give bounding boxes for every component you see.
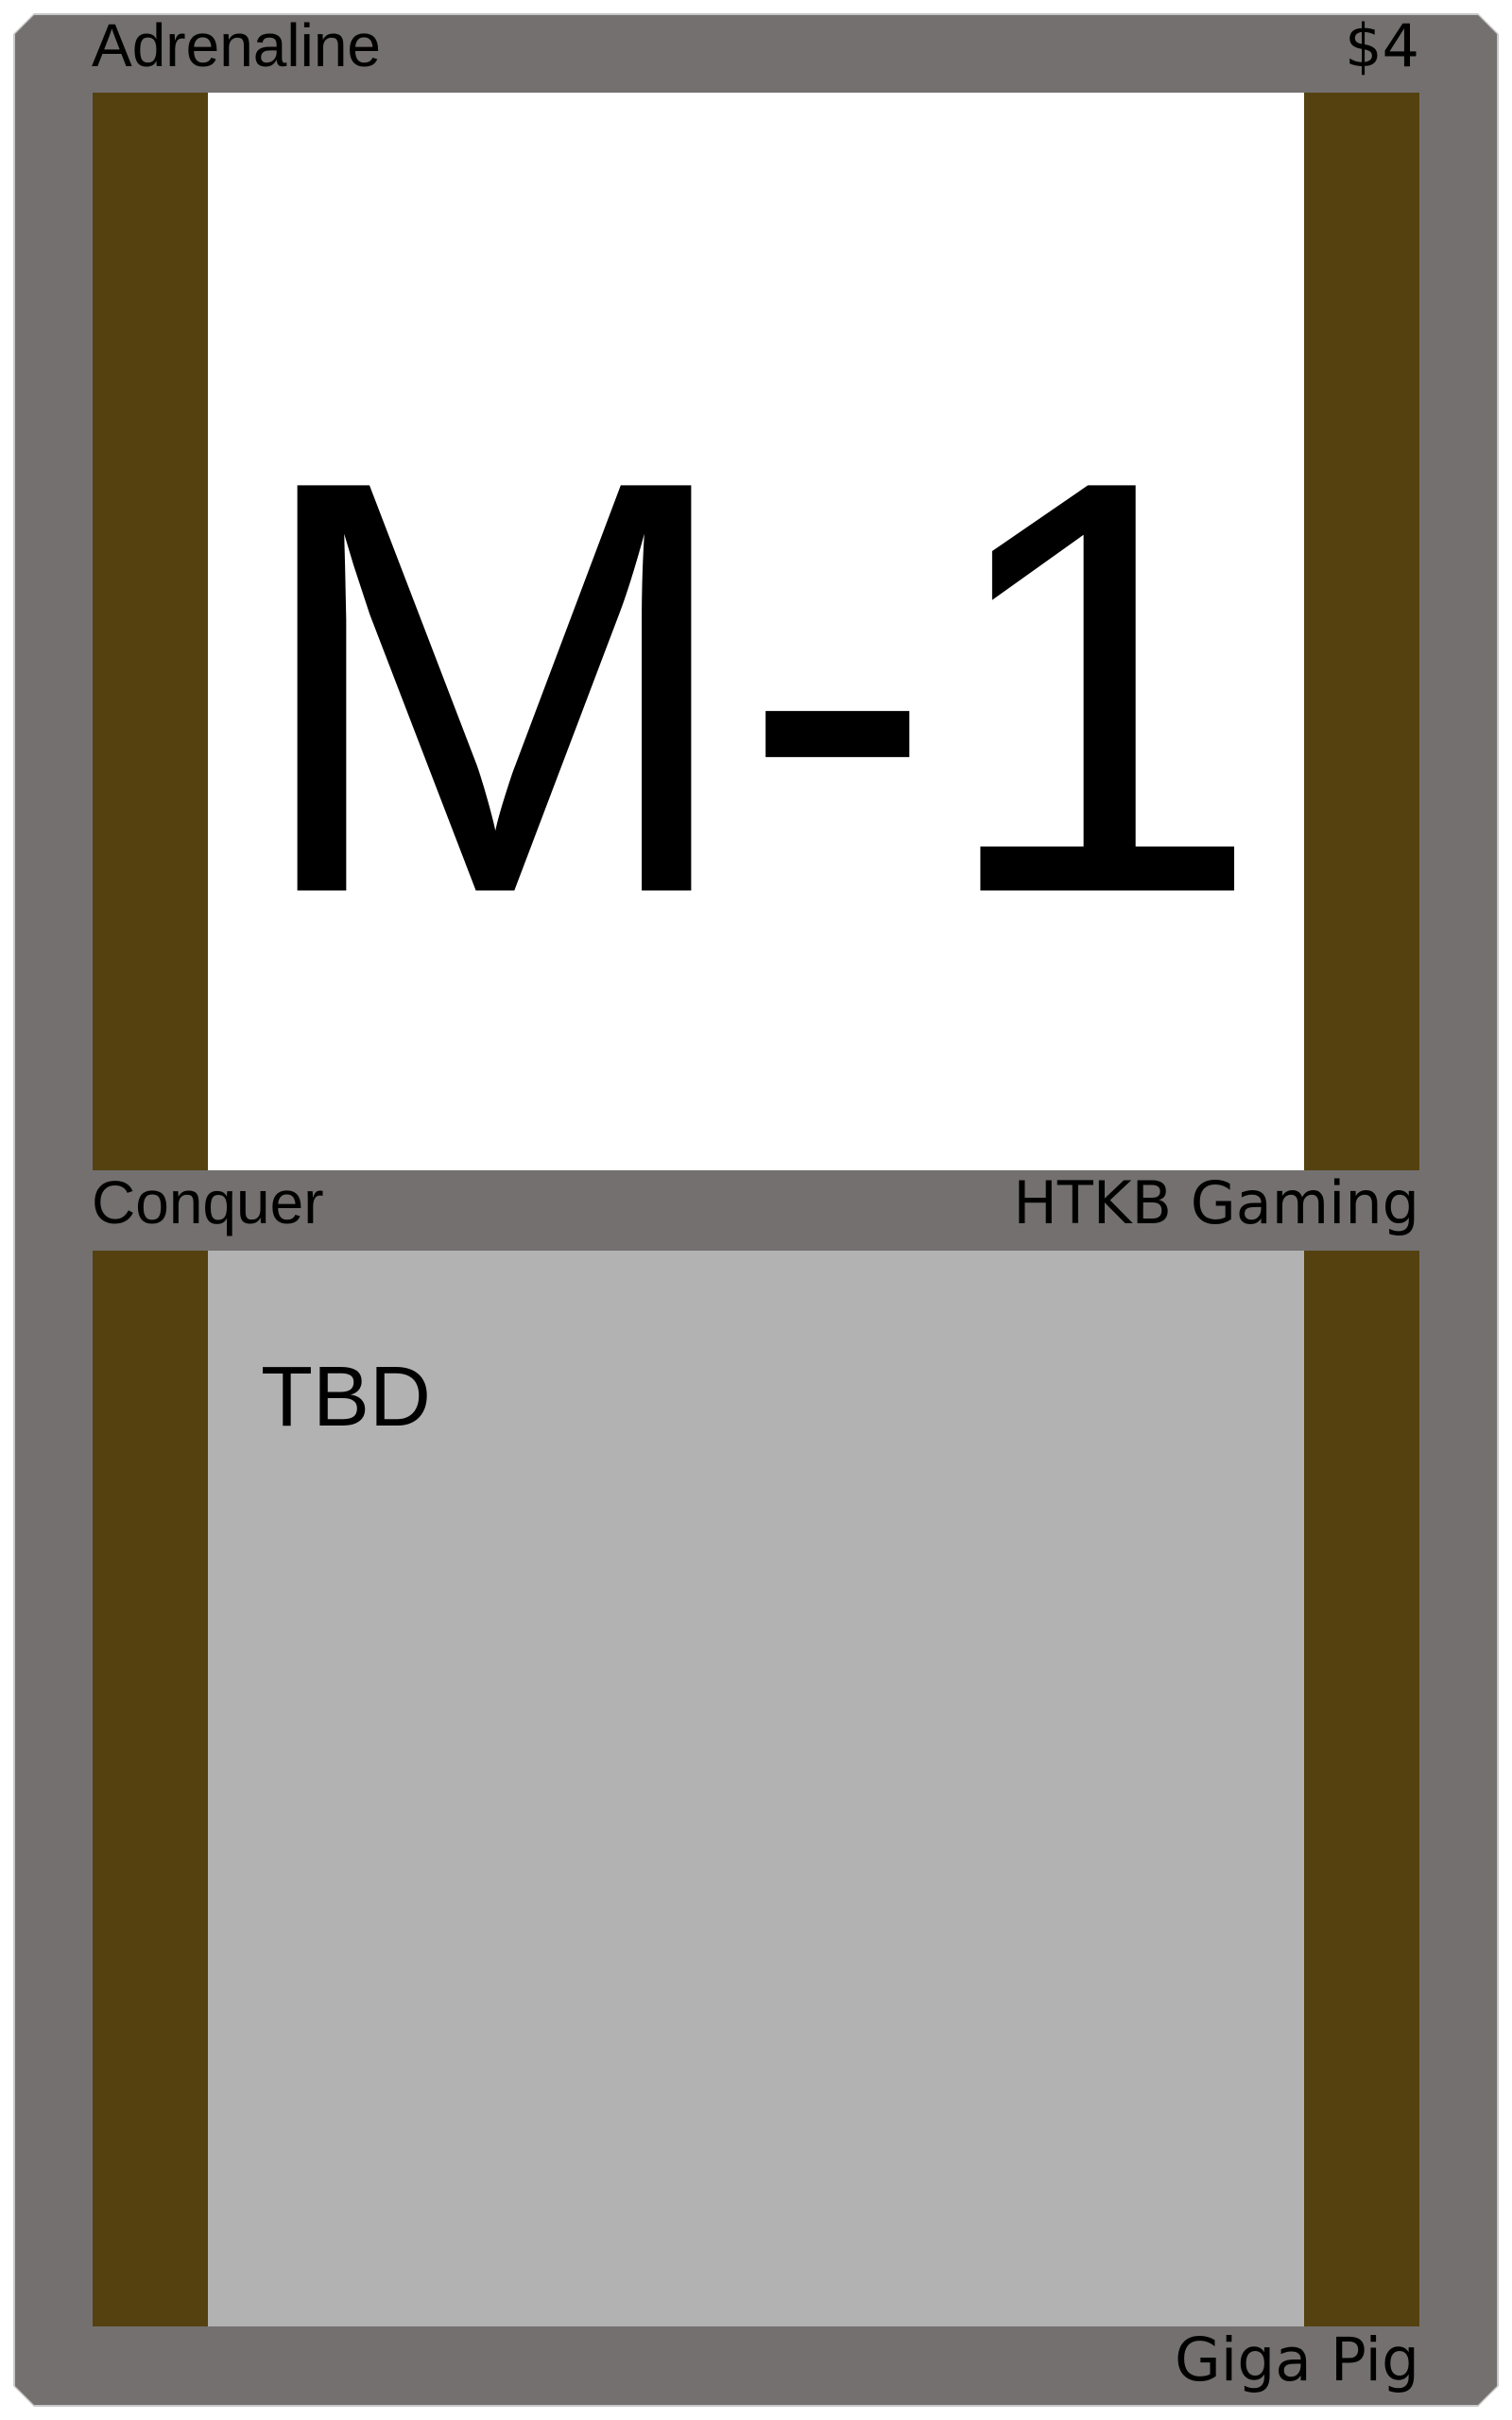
publisher: HTKB Gaming <box>1013 1168 1419 1237</box>
art-panel: M-1 <box>208 93 1304 1170</box>
right-bar-top <box>1304 93 1419 1170</box>
left-bar-bottom <box>93 1251 208 2326</box>
rules-text-box: TBD <box>208 1251 1304 2326</box>
rules-text: TBD <box>261 1350 431 1444</box>
left-bar-top <box>93 93 208 1170</box>
creature-name: Giga Pig <box>1174 2325 1419 2394</box>
card-name: Adrenaline <box>92 11 381 79</box>
card-cost: $4 <box>1345 11 1419 80</box>
right-bar-bottom <box>1304 1251 1419 2326</box>
art-text: M-1 <box>249 358 1263 1016</box>
card-type: Conquer <box>92 1168 324 1236</box>
